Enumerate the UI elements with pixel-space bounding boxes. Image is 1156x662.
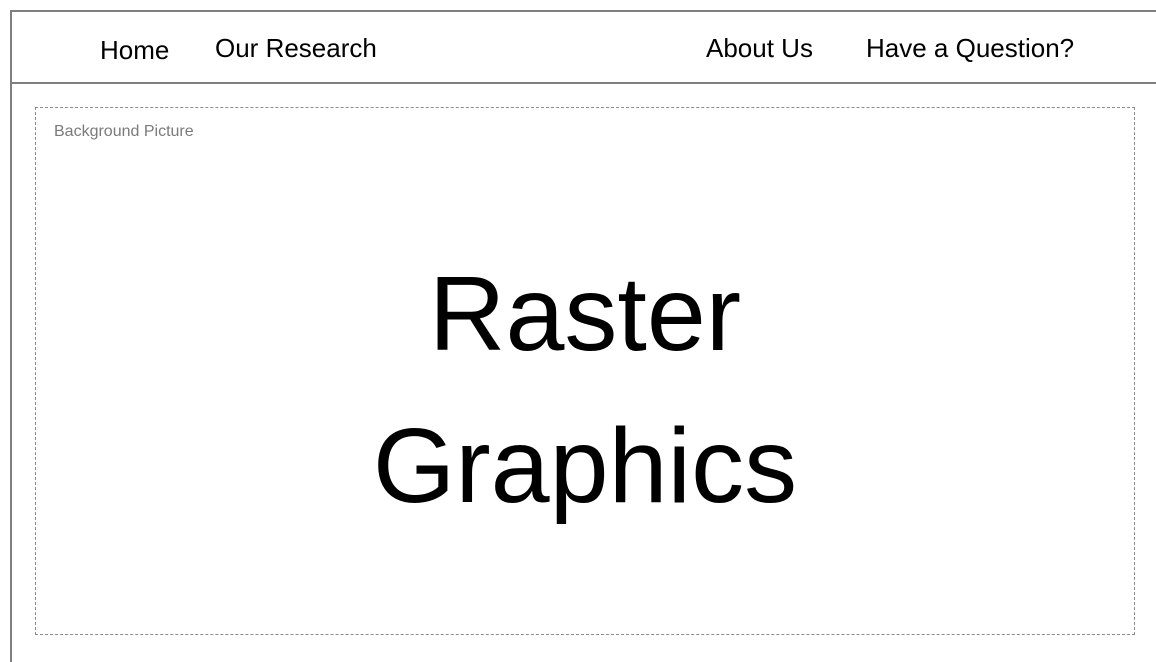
nav-link-have-a-question[interactable]: Have a Question? [866,32,1074,64]
nav-link-about-us[interactable]: About Us [706,32,813,64]
nav-link-our-research[interactable]: Our Research [215,32,377,64]
hero-title-line-2: Graphics [372,407,798,525]
background-picture-placeholder: Background Picture Raster Graphics [35,107,1135,635]
placeholder-label: Background Picture [54,123,194,140]
hero-title: Raster Graphics [36,238,1134,542]
top-navbar: Home Our Research About Us Have a Questi… [12,12,1156,84]
nav-link-home[interactable]: Home [100,34,169,66]
hero-title-line-1: Raster [428,255,742,373]
page-frame: Home Our Research About Us Have a Questi… [10,10,1156,662]
